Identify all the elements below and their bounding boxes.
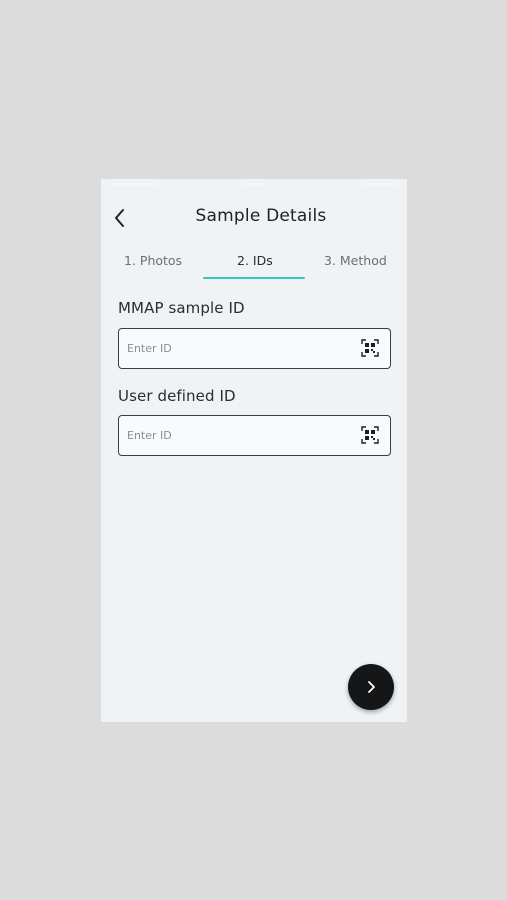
status-bar (101, 179, 407, 191)
user-defined-id-field (118, 415, 391, 456)
page-title: Sample Details (195, 206, 327, 226)
mmap-sample-id-field (118, 328, 391, 369)
battery-indicator (361, 183, 397, 186)
qr-scan-button[interactable] (361, 426, 379, 444)
tab-method[interactable]: 3. Method (324, 253, 387, 268)
qr-scan-button[interactable] (361, 339, 379, 357)
tab-photos[interactable]: 1. Photos (124, 253, 182, 268)
chevron-right-icon (368, 681, 375, 693)
tab-ids[interactable]: 2. IDs (237, 253, 273, 268)
step-tabs: 1. Photos 2. IDs 3. Method (101, 249, 407, 281)
app-screen: Sample Details 1. Photos 2. IDs 3. Metho… (101, 179, 407, 722)
active-tab-indicator (203, 277, 305, 279)
qr-scan-icon (361, 426, 379, 444)
next-button[interactable] (348, 664, 394, 710)
clock-indicator (241, 183, 267, 186)
signal-indicator (109, 183, 159, 186)
user-defined-id-label: User defined ID (118, 387, 236, 405)
qr-scan-icon (361, 339, 379, 357)
mmap-sample-id-label: MMAP sample ID (118, 299, 245, 317)
mmap-sample-id-input[interactable] (127, 329, 347, 368)
user-defined-id-input[interactable] (127, 416, 347, 455)
